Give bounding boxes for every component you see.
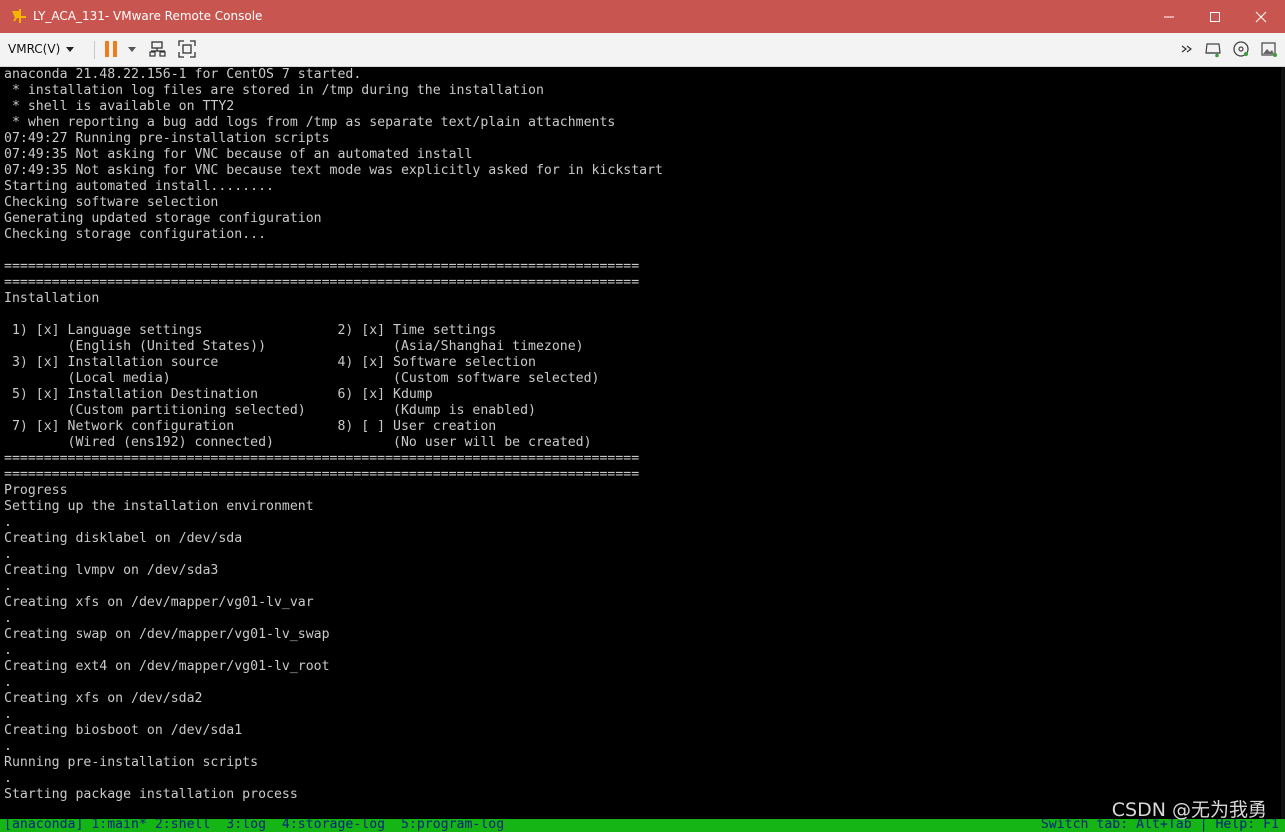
console-line: . [4,579,12,594]
maximize-button[interactable] [1192,0,1238,33]
overflow-button[interactable] [1180,39,1194,59]
image-button[interactable] [1260,39,1278,59]
watermark: CSDN @无为我勇 [1111,799,1267,821]
image-icon [1261,42,1277,57]
console-line: 07:49:27 Running pre-installation script… [4,131,330,146]
pause-button[interactable] [104,39,118,59]
vmrc-menu-label: VMRC(V) [8,42,61,56]
console-line: 1) [x] Language settings 2) [x] Time set… [4,323,497,338]
console-line: Generating updated storage configuration [4,211,322,226]
console-line: ========================================… [4,259,640,274]
disc-button[interactable] [1232,39,1250,59]
console-line: . [4,675,12,690]
console-line: . [4,771,12,786]
close-icon [1255,11,1267,22]
maximize-icon [1210,11,1220,22]
console-line: Progress [4,483,68,498]
removable-device-icon [1205,43,1221,58]
tmux-window-list: [anaconda] 1:main* 2:shell 3:log 4:stora… [4,819,505,832]
console-line: 5) [x] Installation Destination 6) [x] K… [4,387,433,402]
vm-console-screen[interactable]: anaconda 21.48.22.156-1 for CentOS 7 sta… [0,67,1285,832]
console-line: . [4,643,12,658]
console-line: . [4,611,12,626]
vmrc-menu-button[interactable]: VMRC(V) [8,40,75,58]
fullscreen-icon [178,40,196,58]
toolbar-divider [94,41,95,59]
network-icon [149,41,166,57]
minimize-button[interactable] [1146,0,1192,33]
console-line: Checking storage configuration... [4,227,267,242]
disc-icon [1233,41,1249,57]
tmux-status-bar: [anaconda] 1:main* 2:shell 3:log 4:stora… [0,819,1285,832]
console-line: * shell is available on TTY2 [4,99,235,114]
network-button[interactable] [149,39,167,59]
console-line: Creating disklabel on /dev/sda [4,531,243,546]
console-line: Creating swap on /dev/mapper/vg01-lv_swa… [4,627,330,642]
console-line: . [4,707,12,722]
window-title: LY_ACA_131- VMware Remote Console [33,9,263,23]
console-line: Setting up the installation environment [4,499,314,514]
power-dropdown-button[interactable] [128,39,136,59]
console-line: Creating xfs on /dev/mapper/vg01-lv_var [4,595,314,610]
console-line: (Local media) (Custom software selected) [4,371,600,386]
console-line: Starting package installation process [4,787,298,802]
console-line: (Custom partitioning selected) (Kdump is… [4,403,536,418]
window-title-bar[interactable]: LY_ACA_131- VMware Remote Console [0,0,1285,33]
console-line: (English (United States)) (Asia/Shanghai… [4,339,584,354]
console-line: 7) [x] Network configuration 8) [ ] User… [4,419,497,434]
console-scrollbar[interactable] [1281,67,1285,820]
console-line: anaconda 21.48.22.156-1 for CentOS 7 sta… [4,67,362,82]
console-line: Running pre-installation scripts [4,755,259,770]
console-line: . [4,739,12,754]
console-line: Checking software selection [4,195,219,210]
console-line: ========================================… [4,275,640,290]
removable-device-button[interactable] [1204,39,1222,59]
minimize-icon [1164,16,1174,17]
close-button[interactable] [1238,0,1284,33]
vmware-icon [10,7,28,25]
pause-icon [105,41,117,57]
console-line: 07:49:35 Not asking for VNC because text… [4,163,663,178]
console-line: Creating xfs on /dev/sda2 [4,691,203,706]
console-line: . [4,515,12,530]
console-line: 3) [x] Installation source 4) [x] Softwa… [4,355,536,370]
console-line: ========================================… [4,467,640,482]
console-line: Creating lvmpv on /dev/sda3 [4,563,219,578]
overflow-icon [1181,45,1192,53]
console-line: Creating biosboot on /dev/sda1 [4,723,243,738]
console-line: * when reporting a bug add logs from /tm… [4,115,616,130]
console-line: ========================================… [4,451,640,466]
toolbar: VMRC(V) [0,33,1285,67]
dropdown-icon [128,46,136,52]
console-line: * installation log files are stored in /… [4,83,544,98]
console-line: Installation [4,291,100,306]
console-line: 07:49:35 Not asking for VNC because of a… [4,147,473,162]
console-line: . [4,547,12,562]
fullscreen-button[interactable] [178,39,196,59]
console-line: Starting automated install........ [4,179,274,194]
console-line: Creating ext4 on /dev/mapper/vg01-lv_roo… [4,659,330,674]
console-line: (Wired (ens192) connected) (No user will… [4,435,592,450]
chevron-down-icon [66,46,75,52]
